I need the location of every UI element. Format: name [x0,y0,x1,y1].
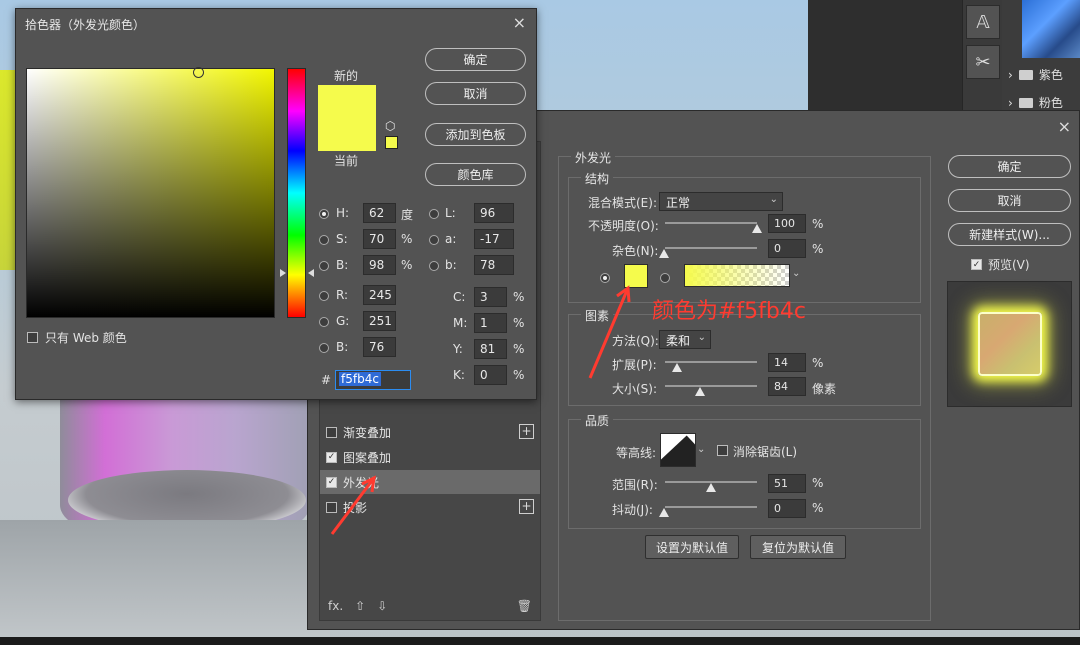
annotation-arrow-color [588,285,631,379]
bottom-strip [0,637,1080,645]
annotation-arrows [330,285,631,535]
annotation-arrow-outer-glow [330,475,376,535]
